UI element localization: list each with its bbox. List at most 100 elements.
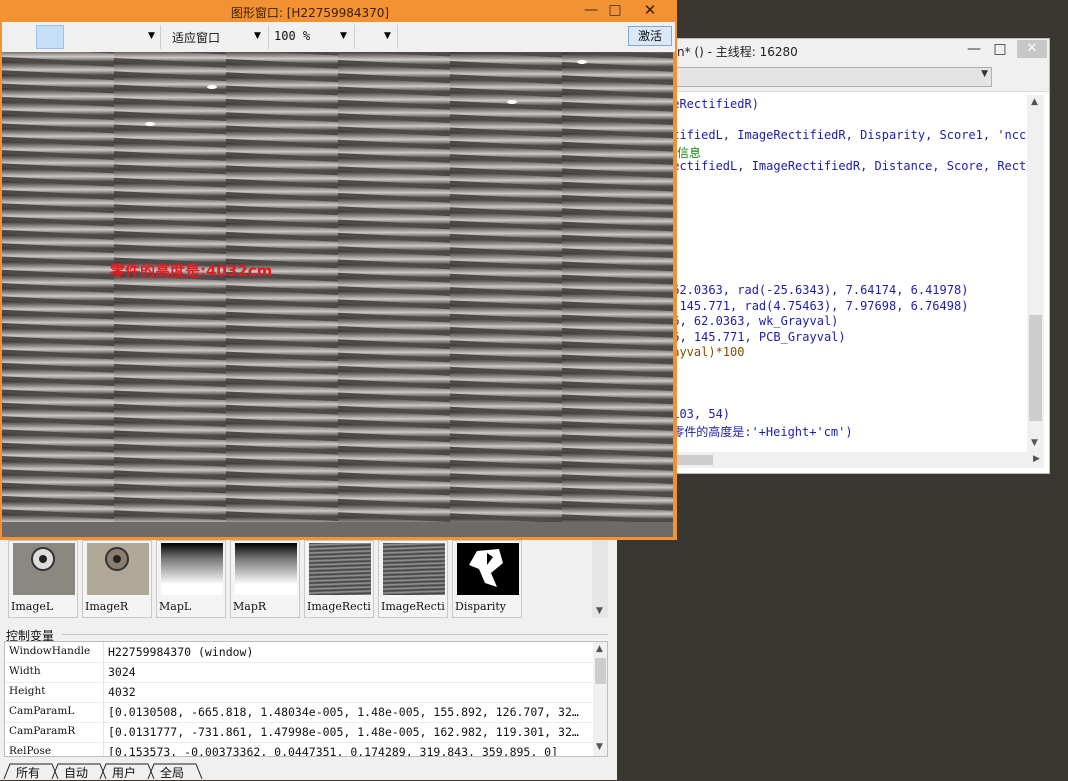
code-horizontal-scrollbar[interactable]: ▶ [661,452,1044,468]
variable-name: RelPose [9,745,51,757]
minimize-icon[interactable]: — [961,40,987,58]
scroll-down-icon[interactable]: ▼ [1031,438,1038,448]
variable-row[interactable]: Width 3024 [5,662,593,683]
code-area[interactable]: geRectifiedR) ctifiedL, ImageRectifiedR, … [661,95,1027,455]
iconic-scrollbar[interactable]: ▼ [592,532,608,618]
scrollbar-thumb[interactable] [1029,315,1042,421]
chevron-down-icon[interactable]: ▼ [148,31,155,41]
variable-value: H22759984370 (window) [108,645,592,659]
procedure-select[interactable]: ▼ [665,67,992,87]
iconic-variable-thumb[interactable]: Disparity [452,540,522,618]
variable-value: [0.0131777, -731.861, 1.47998e-005, 1.48… [108,725,592,739]
scroll-down-icon[interactable]: ▼ [596,606,603,616]
chevron-down-icon[interactable]: ▼ [384,31,391,41]
divider [103,662,104,682]
chevron-down-icon[interactable]: ▼ [340,31,347,41]
variable-window: ImageL ImageR MapL MapR ImageRecti ImageRecti… [0,530,617,780]
graphics-toolbar: ▼ 适应窗口 ▼ 100 % ▼ ▼ 激活 [2,22,675,52]
code-line[interactable]: RectifiedL, ImageRectifiedR, Distance, S… [665,159,1026,173]
variable-value: 3024 [108,665,592,679]
divider [160,25,161,49]
code-line[interactable]: 76, 62.0363, wk_Grayval) [665,314,838,328]
variable-row[interactable]: Height 4032 [5,682,593,703]
variable-value: [0.0130508, -665.818, 1.48034e-005, 1.48… [108,705,592,719]
iconic-variable-label: MapL [159,600,191,613]
scroll-down-icon[interactable]: ▼ [596,742,603,752]
gradient-map-icon [235,543,297,595]
variable-row[interactable]: WindowHandle H22759984370 (window) [5,642,593,663]
divider [103,642,104,662]
part-image-icon [13,543,75,595]
variable-tab[interactable]: 用户 [112,764,136,781]
scroll-right-icon[interactable]: ▶ [1033,454,1040,464]
scrollbar-thumb[interactable] [671,455,713,465]
iconic-variable-label: ImageR [85,600,128,613]
iconic-variable-thumb[interactable]: MapR [230,540,300,618]
control-variables-table: ▲ ▼ WindowHandle H22759984370 (window) Wid… [4,641,608,757]
code-line[interactable]: , 145.771, rad(4.75463), 7.97698, 6.7649… [665,299,968,313]
scrollbar-thumb[interactable] [595,658,606,684]
disparity-image-icon [457,543,519,595]
variable-row[interactable]: RelPose [0.153573, -0.00373362, 0.0447351… [5,742,593,757]
variable-row[interactable]: CamParamL[0.0130508, -665.818, 1.48034e-… [5,702,593,723]
desktop-background [617,474,1068,780]
divider [103,702,104,722]
divider [62,634,608,635]
fit-window-select[interactable]: 适应窗口 [172,29,220,46]
variable-name: Height [9,685,45,697]
code-vertical-scrollbar[interactable]: ▲ ▼ [1027,95,1044,452]
iconic-variable-thumb[interactable]: ImageRecti [304,540,374,618]
editor-toolbar: ▼ [661,61,1049,92]
variable-name: WindowHandle [9,645,90,657]
divider [354,25,355,49]
variable-name: CamParamR [9,725,75,737]
divider [103,742,104,757]
scroll-up-icon[interactable]: ▲ [1031,97,1038,107]
code-line[interactable]: ctifiedL, ImageRectifiedR, Disparity, Sc… [665,128,1026,142]
code-line[interactable]: 86, 145.771, PCB_Grayval) [665,330,846,344]
variable-value: [0.153573, -0.00373362, 0.0447351, 0.174… [108,745,592,757]
iconic-variable-label: ImageRecti [381,600,445,613]
iconic-variable-label: ImageRecti [307,600,371,613]
iconic-variable-label: MapR [233,600,266,613]
scroll-up-icon[interactable]: ▲ [596,644,603,654]
variable-tab[interactable]: 全局 [160,764,184,781]
close-icon[interactable]: ✕ [634,1,666,19]
variable-name: Width [9,665,41,677]
code-line[interactable]: 62.0363, rad(-25.6343), 7.64174, 6.41978… [665,283,968,297]
close-icon[interactable]: ✕ [1017,40,1047,58]
editor-title: n* () - 主线程: 16280 [677,43,798,60]
divider [268,25,269,49]
iconic-variable-thumb[interactable]: ImageR [82,540,152,618]
maximize-icon[interactable]: □ [602,1,628,19]
striped-image-icon [383,543,445,595]
maximize-icon[interactable]: □ [987,40,1013,58]
variable-value: 4032 [108,685,592,699]
color-swatch[interactable] [36,25,64,49]
image-canvas[interactable]: 零件的高度是:4032cm [2,52,673,537]
disparity-image [2,52,673,537]
variable-tab[interactable]: 自动 [64,764,88,781]
activate-button[interactable]: 激活 [628,26,672,46]
height-overlay-text: 零件的高度是:4032cm [110,260,272,281]
chevron-down-icon[interactable]: ▼ [254,31,261,41]
program-editor-window: n* () - 主线程: 16280 — □ ✕ ▼ geRectifiedR)… [660,38,1050,474]
iconic-variable-thumb[interactable]: ImageL [8,540,78,618]
minimize-icon[interactable]: — [578,1,604,19]
iconic-variable-thumb[interactable]: ImageRecti [378,540,448,618]
chevron-down-icon: ▼ [981,69,988,79]
divider [103,682,104,702]
iconic-variable-thumb[interactable]: MapL [156,540,226,618]
divider [103,722,104,742]
variables-scrollbar[interactable]: ▲ ▼ [593,642,608,756]
variable-tab[interactable]: 所有 [16,764,40,781]
graphics-window: 图形窗口: [H22759984370] — □ ✕ ▼ 适应窗口 ▼ 100 … [0,0,677,540]
zoom-select[interactable]: 100 % [274,29,310,43]
striped-image-icon [309,543,371,595]
iconic-variable-label: Disparity [455,600,506,613]
code-line[interactable]: geRectifiedR) [665,97,759,111]
variable-row[interactable]: CamParamR [0.0131777, -731.861, 1.47998e-… [5,722,593,743]
graphics-window-title: 图形窗口: [H22759984370] [0,4,620,21]
code-line[interactable]: '零件的高度是:'+Height+'cm') [665,423,853,440]
divider [397,25,398,49]
